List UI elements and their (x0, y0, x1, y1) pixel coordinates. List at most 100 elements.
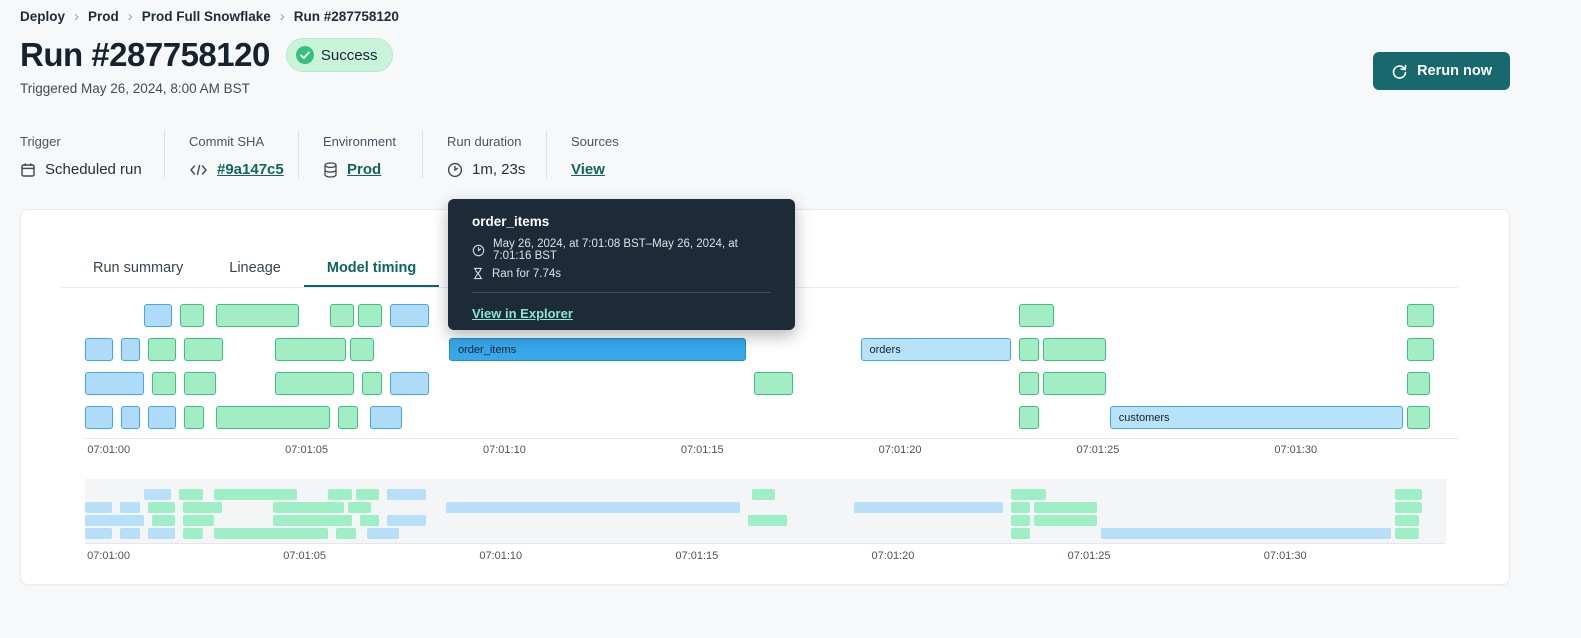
gantt-x-axis-ticks: 07:01:00 07:01:05 07:01:10 07:01:15 07:01:20… (85, 444, 1458, 458)
tab-run-summary[interactable]: Run summary (70, 251, 206, 288)
gantt-bar[interactable] (85, 338, 113, 361)
gantt-bar[interactable] (1406, 338, 1435, 361)
calendar-icon (20, 162, 36, 178)
rerun-now-button[interactable]: Rerun now (1373, 52, 1510, 90)
detail-value: Scheduled run (20, 161, 164, 178)
detail-value: 1m, 23s (447, 161, 546, 178)
gantt-bar[interactable] (389, 304, 430, 327)
page-title: Run #287758120 (20, 36, 270, 73)
axis-tick-label: 07:01:25 (1067, 550, 1111, 562)
axis-tick-label: 07:01:15 (680, 444, 724, 456)
detail-label: Run duration (447, 134, 522, 149)
gantt-bar[interactable] (274, 338, 347, 361)
breadcrumb-item[interactable]: Deploy (20, 9, 65, 24)
gantt-bar[interactable] (1042, 372, 1106, 395)
axis-tick-label: 07:01:25 (1076, 444, 1120, 456)
detail-value: View (571, 161, 646, 178)
overview-bar (355, 489, 380, 500)
status-badge: Success (285, 38, 393, 72)
breadcrumb-item[interactable]: Prod Full Snowflake (142, 9, 271, 24)
gantt-bar[interactable] (183, 406, 204, 429)
overview-bar (336, 528, 356, 539)
detail-label: Commit SHA (189, 134, 265, 149)
gantt-bar[interactable] (330, 304, 355, 327)
gantt-bar[interactable] (152, 372, 176, 395)
detail-value-link[interactable]: #9a147c5 (217, 161, 284, 178)
rerun-icon (1391, 63, 1408, 80)
overview-bar (347, 502, 372, 513)
gantt-bar[interactable] (1018, 372, 1039, 395)
gantt-bar[interactable] (1406, 304, 1435, 327)
detail-sources: Sources View (546, 130, 646, 178)
gantt-bar-label: orders (869, 343, 901, 356)
gantt-bar[interactable] (1018, 406, 1039, 429)
gantt-bar[interactable] (369, 406, 402, 429)
tab-bar: Run summaryLineageModel timingA (70, 251, 495, 288)
breadcrumb-item[interactable]: Prod (88, 9, 119, 24)
gantt-bar[interactable] (389, 372, 430, 395)
breadcrumb-item[interactable]: Run #287758120 (294, 9, 399, 24)
tooltip-model-name: order_items (472, 214, 550, 229)
tab-model-timing[interactable]: Model timing (303, 251, 440, 288)
tooltip-divider (472, 292, 771, 293)
gantt-bar[interactable] (148, 406, 176, 429)
gantt-bar[interactable] (120, 338, 141, 361)
detail-run-duration: Run duration 1m, 23s (422, 130, 546, 178)
overview-bar (1010, 489, 1046, 500)
tooltip-duration: Ran for 7.74s (492, 267, 562, 280)
gantt-bar[interactable] (1018, 304, 1055, 327)
gantt-bar[interactable] (361, 372, 382, 395)
gantt-bar[interactable] (1042, 338, 1106, 361)
gantt-bar[interactable] (179, 304, 204, 327)
gantt-bar[interactable] (338, 406, 358, 429)
gantt-bar[interactable] (358, 304, 382, 327)
overview-bar (387, 515, 427, 526)
gantt-bar[interactable] (215, 406, 331, 429)
gantt-bar[interactable] (85, 406, 113, 429)
status-badge-label: Success (320, 46, 378, 64)
breadcrumb: Deploy › Prod › Prod Full Snowflake › Run #287… (20, 9, 399, 24)
clock-icon (472, 244, 485, 257)
code-icon (189, 163, 208, 177)
gantt-bar[interactable] (120, 406, 141, 429)
detail-value-link[interactable]: Prod (347, 161, 381, 178)
clock-icon (447, 162, 463, 178)
gantt-bar[interactable] (183, 372, 216, 395)
gantt-bar[interactable] (1406, 372, 1431, 395)
gantt-bar[interactable] (183, 338, 224, 361)
tab-lineage[interactable]: Lineage (206, 251, 304, 288)
overview-bar (183, 528, 203, 539)
gantt-bar[interactable] (85, 372, 145, 395)
gantt-bar[interactable] (215, 304, 299, 327)
overview-bar (359, 515, 380, 526)
detail-value-link[interactable]: View (571, 161, 605, 178)
axis-tick-label: 07:01:10 (479, 550, 523, 562)
axis-tick-label: 07:01:15 (675, 550, 719, 562)
gantt-bar[interactable] (1406, 406, 1431, 429)
overview-bar (85, 502, 113, 513)
gantt-bar-orders[interactable]: orders (860, 338, 1011, 361)
axis-tick-label: 07:01:00 (87, 550, 130, 562)
gantt-bar-customers[interactable]: customers (1109, 406, 1403, 429)
gantt-bar[interactable] (148, 338, 176, 361)
gantt-bar-order_items[interactable]: order_items (449, 338, 746, 361)
gantt-overview-ticks: 07:01:00 07:01:05 07:01:10 07:01:15 07:01:20… (85, 550, 1446, 564)
axis-tick-label: 07:01:30 (1274, 444, 1318, 456)
gantt-bar[interactable] (753, 372, 794, 395)
run-detail-page: Deploy › Prod › Prod Full Snowflake › Run #287… (0, 0, 1581, 638)
overview-bar (1034, 515, 1097, 526)
gantt-bar[interactable] (144, 304, 173, 327)
model-tooltip: order_items May 26, 2024, at 7:01:08 BST… (448, 199, 795, 330)
gantt-bar-label: order_items (458, 343, 517, 356)
gantt-bar[interactable] (274, 372, 355, 395)
axis-tick-label: 07:01:20 (871, 550, 915, 562)
overview-bar (367, 528, 399, 539)
breadcrumb-separator: › (74, 8, 80, 25)
gantt-bar[interactable] (350, 338, 374, 361)
overview-bar (214, 528, 329, 539)
gantt-overview-brush[interactable] (85, 479, 1446, 544)
overview-bar (214, 489, 297, 500)
overview-bar (120, 502, 140, 513)
gantt-bar[interactable] (1018, 338, 1039, 361)
view-in-explorer-link[interactable]: View in Explorer (472, 306, 573, 321)
